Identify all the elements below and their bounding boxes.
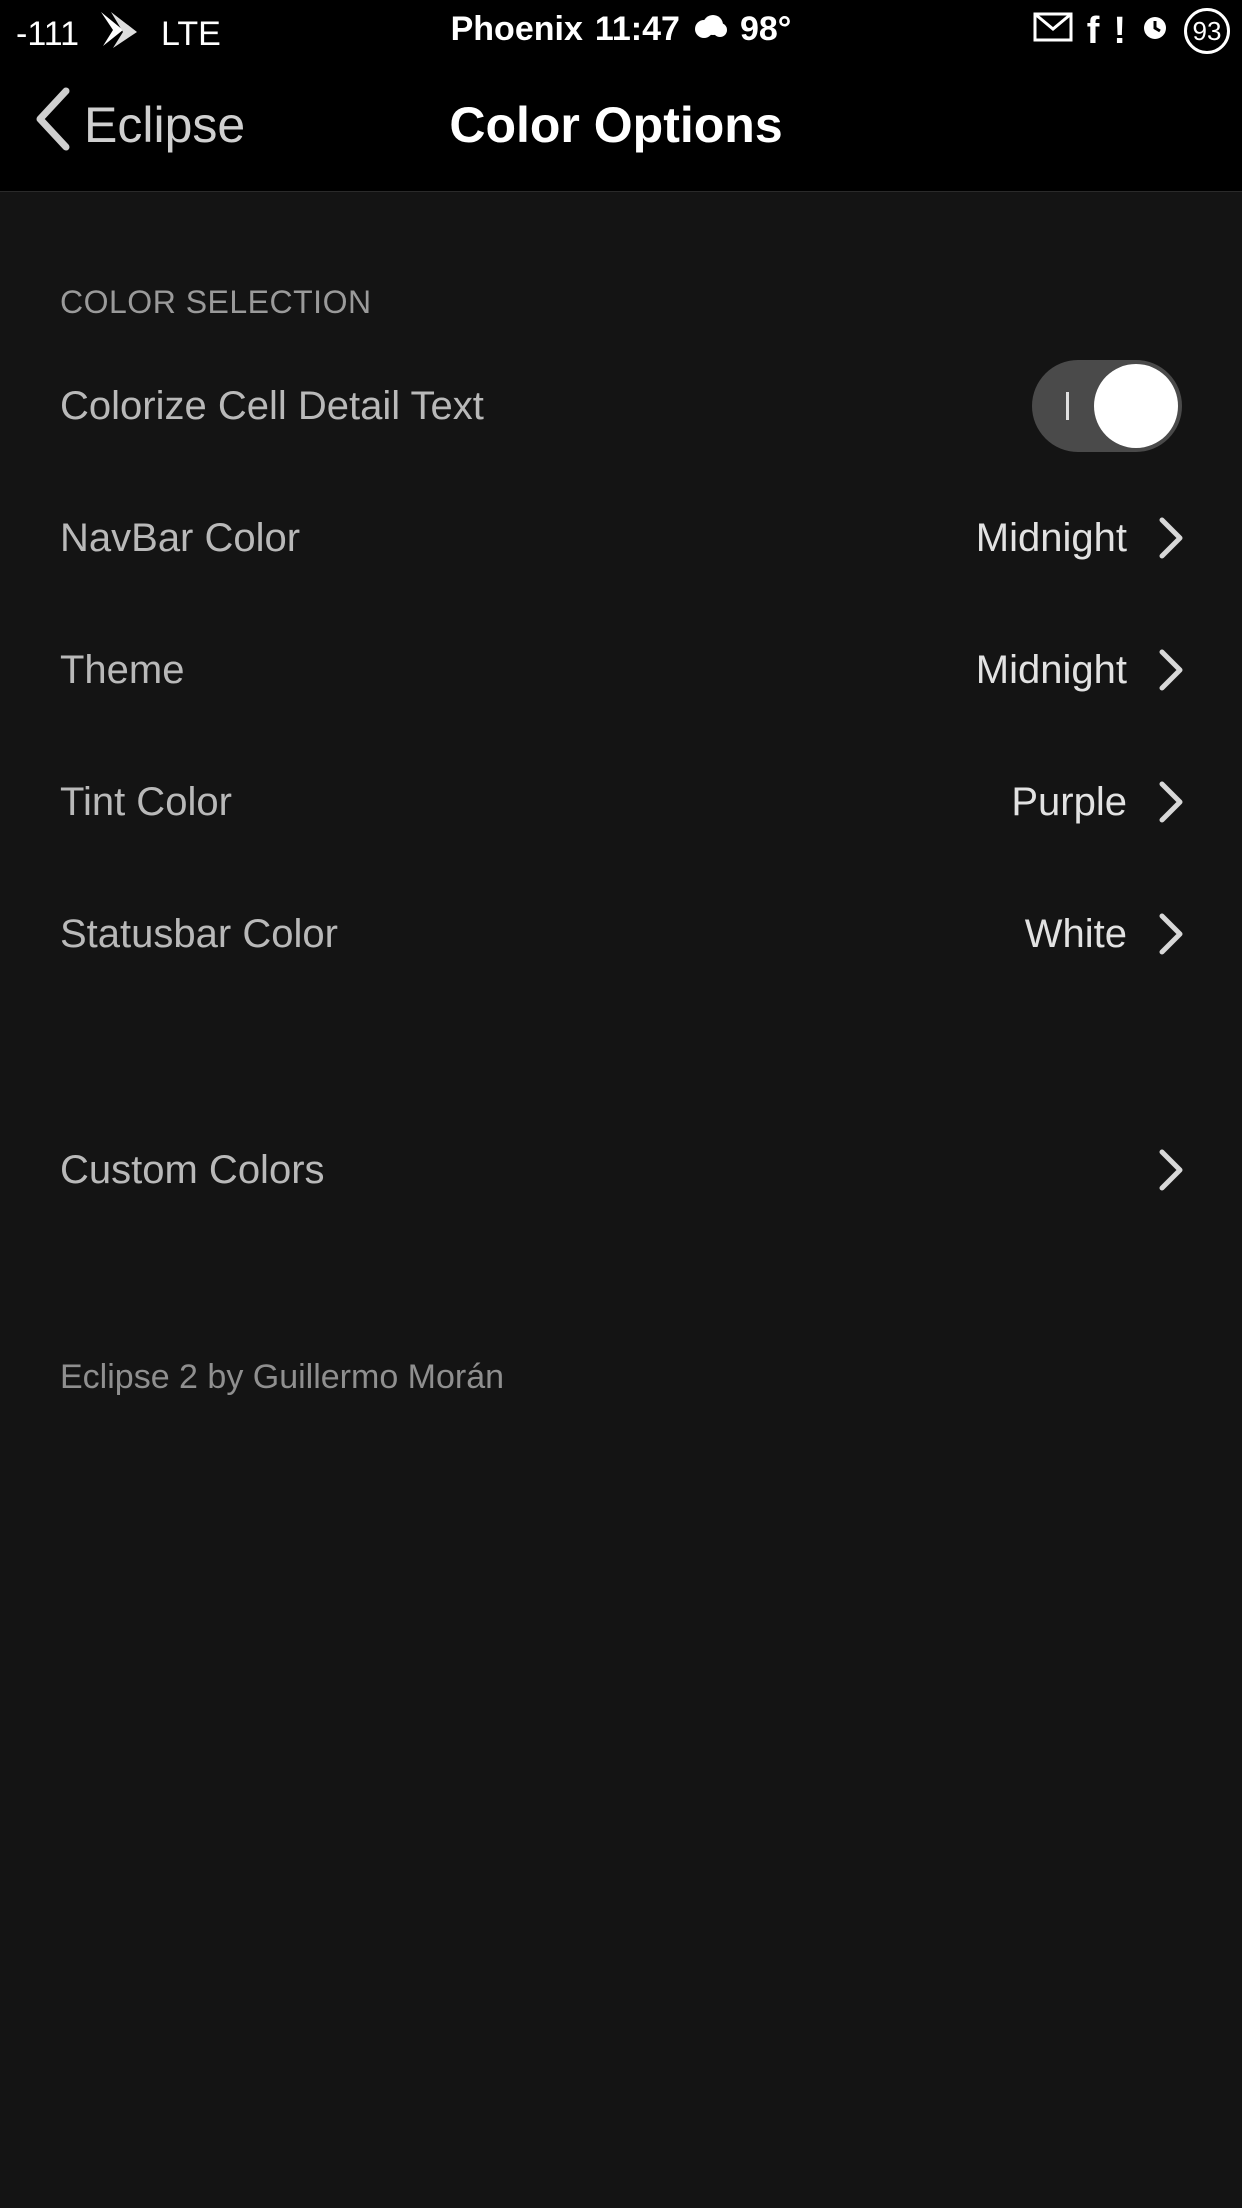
chevron-right-icon bbox=[1159, 781, 1183, 823]
page-title: Color Options bbox=[449, 97, 783, 153]
row-label: Custom Colors bbox=[60, 1147, 325, 1192]
footer-credit: Eclipse 2 by Guillermo Morán bbox=[60, 1358, 505, 1396]
row-statusbar-color[interactable]: Statusbar Color White bbox=[0, 868, 1242, 1000]
battery-level: 93 bbox=[1192, 15, 1222, 46]
chevron-right-icon bbox=[1159, 913, 1183, 955]
clock: 11:47 bbox=[594, 10, 680, 48]
row-label: Tint Color bbox=[60, 779, 232, 824]
status-bar: -111 LTE Phoenix 11:47 98° f ! 93 bbox=[0, 0, 1242, 62]
alert-icon: ! bbox=[1113, 9, 1126, 52]
chevron-right-icon bbox=[1159, 517, 1183, 559]
navigation-bar: Eclipse Color Options bbox=[0, 62, 1242, 192]
row-label: Colorize Cell Detail Text bbox=[60, 383, 484, 428]
row-value: White bbox=[1024, 911, 1127, 956]
alarm-clock-icon bbox=[1140, 12, 1170, 51]
status-right: f ! 93 bbox=[1033, 8, 1230, 54]
row-theme[interactable]: Theme Midnight bbox=[0, 604, 1242, 736]
row-colorize-cell-detail-text: Colorize Cell Detail Text bbox=[0, 340, 1242, 472]
cloud-icon bbox=[692, 10, 728, 49]
colorize-toggle[interactable] bbox=[1032, 360, 1182, 452]
chevron-right-icon bbox=[1159, 1149, 1183, 1191]
toggle-on-indicator bbox=[1066, 392, 1069, 420]
battery-indicator: 93 bbox=[1184, 8, 1230, 54]
row-label: NavBar Color bbox=[60, 515, 301, 560]
toggle-knob bbox=[1094, 364, 1178, 448]
row-value: Midnight bbox=[975, 515, 1127, 560]
row-navbar-color[interactable]: NavBar Color Midnight bbox=[0, 472, 1242, 604]
settings-content: COLOR SELECTION Colorize Cell Detail Tex… bbox=[0, 192, 1242, 2208]
row-tint-color[interactable]: Tint Color Purple bbox=[0, 736, 1242, 868]
row-custom-colors[interactable]: Custom Colors bbox=[0, 1104, 1242, 1236]
chevron-right-icon bbox=[1159, 649, 1183, 691]
weather-city: Phoenix bbox=[450, 10, 583, 48]
temperature: 98° bbox=[739, 10, 792, 48]
section-header-color-selection: COLOR SELECTION bbox=[60, 284, 372, 320]
row-label: Statusbar Color bbox=[60, 911, 338, 956]
row-label: Theme bbox=[60, 647, 185, 692]
mail-icon bbox=[1033, 12, 1073, 51]
facebook-icon: f bbox=[1086, 9, 1100, 52]
row-value: Midnight bbox=[975, 647, 1127, 692]
row-value: Purple bbox=[1011, 779, 1127, 824]
